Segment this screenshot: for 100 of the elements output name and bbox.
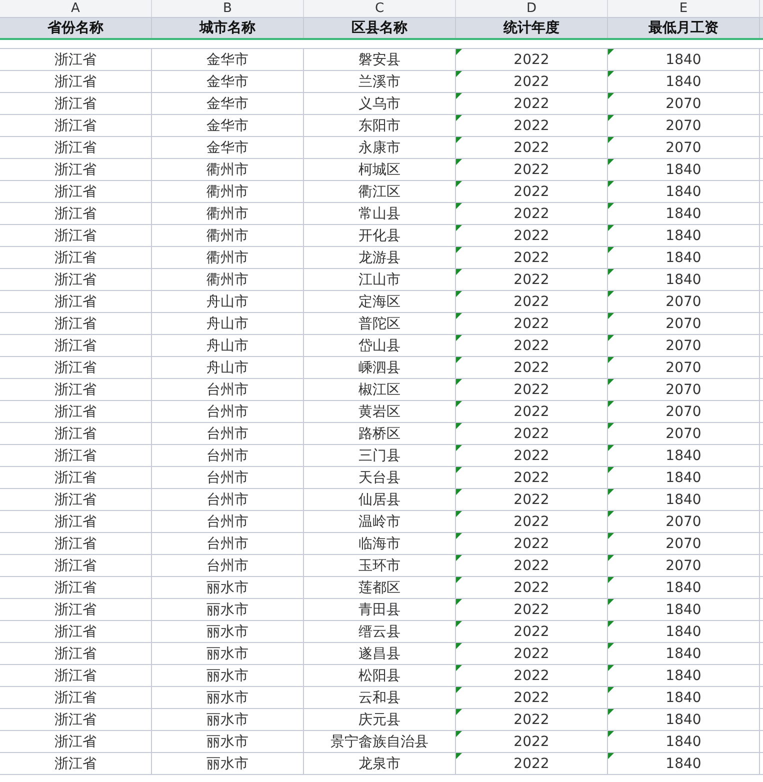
table-cell: 衢州市 xyxy=(152,203,304,224)
table-cell: 2070 xyxy=(608,115,760,136)
table-cell: 浙江省 xyxy=(0,555,152,576)
table-cell: 浙江省 xyxy=(0,445,152,466)
table-cell: 浙江省 xyxy=(0,225,152,246)
table-cell: 2070 xyxy=(608,379,760,400)
table-cell: 丽水市 xyxy=(152,577,304,598)
table-cell: 2022 xyxy=(456,225,608,246)
table-cell: 2070 xyxy=(608,555,760,576)
column-letter[interactable]: B xyxy=(152,0,304,17)
table-cell: 2022 xyxy=(456,423,608,444)
table-cell: 浙江省 xyxy=(0,687,152,708)
table-cell: 浙江省 xyxy=(0,533,152,554)
table-cell: 浙江省 xyxy=(0,489,152,510)
table-cell: 2022 xyxy=(456,599,608,620)
table-cell: 青田县 xyxy=(304,599,456,620)
table-cell: 浙江省 xyxy=(0,665,152,686)
table-cell: 2070 xyxy=(608,357,760,378)
table-cell: 椒江区 xyxy=(304,379,456,400)
table-cell: 普陀区 xyxy=(304,313,456,334)
table-cell: 舟山市 xyxy=(152,291,304,312)
table-cell: 常山县 xyxy=(304,203,456,224)
table-cell: 1840 xyxy=(608,577,760,598)
table-cell: 衢江区 xyxy=(304,181,456,202)
table-cell: 龙游县 xyxy=(304,247,456,268)
table-cell: 丽水市 xyxy=(152,599,304,620)
table-cell: 黄岩区 xyxy=(304,401,456,422)
table-cell: 丽水市 xyxy=(152,621,304,642)
table-cell: 浙江省 xyxy=(0,357,152,378)
table-cell: 2022 xyxy=(456,753,608,774)
table-cell: 2022 xyxy=(456,357,608,378)
table-cell: 2070 xyxy=(608,93,760,114)
table-cell: 2022 xyxy=(456,665,608,686)
table-cell: 岱山县 xyxy=(304,335,456,356)
table-cell: 2070 xyxy=(608,423,760,444)
table-cell: 衢州市 xyxy=(152,269,304,290)
table-cell: 台州市 xyxy=(152,555,304,576)
table-cell: 定海区 xyxy=(304,291,456,312)
table-cell: 台州市 xyxy=(152,533,304,554)
table-cell: 2022 xyxy=(456,687,608,708)
table-cell: 金华市 xyxy=(152,137,304,158)
table-cell: 路桥区 xyxy=(304,423,456,444)
table-cell: 临海市 xyxy=(304,533,456,554)
column-letter[interactable]: C xyxy=(304,0,456,17)
table-cell: 天台县 xyxy=(304,467,456,488)
table-cell: 2022 xyxy=(456,643,608,664)
table-cell: 兰溪市 xyxy=(304,71,456,92)
table-cell: 2022 xyxy=(456,181,608,202)
table-cell: 浙江省 xyxy=(0,467,152,488)
table-cell: 2022 xyxy=(456,731,608,752)
table-cell: 2022 xyxy=(456,401,608,422)
table-cell: 浙江省 xyxy=(0,335,152,356)
table-cell: 浙江省 xyxy=(0,577,152,598)
table-cell: 浙江省 xyxy=(0,313,152,334)
table-cell: 衢州市 xyxy=(152,181,304,202)
table-cell: 1840 xyxy=(608,599,760,620)
table-cell: 2022 xyxy=(456,577,608,598)
table-cell: 2022 xyxy=(456,49,608,70)
column-letter[interactable]: A xyxy=(0,0,152,17)
column-letter[interactable]: E xyxy=(608,0,760,17)
table-cell: 2070 xyxy=(608,313,760,334)
table-cell: 浙江省 xyxy=(0,753,152,774)
table-cell: 1840 xyxy=(608,643,760,664)
table-cell: 舟山市 xyxy=(152,335,304,356)
table-cell: 丽水市 xyxy=(152,643,304,664)
table-cell: 1840 xyxy=(608,621,760,642)
table-cell: 浙江省 xyxy=(0,137,152,158)
table-cell: 1840 xyxy=(608,159,760,180)
table-cell: 1840 xyxy=(608,665,760,686)
table-cell: 金华市 xyxy=(152,71,304,92)
table-cell: 2022 xyxy=(456,313,608,334)
table-cell: 2022 xyxy=(456,291,608,312)
table-cell: 松阳县 xyxy=(304,665,456,686)
table-cell: 金华市 xyxy=(152,49,304,70)
table-cell: 1840 xyxy=(608,181,760,202)
table-cell: 2022 xyxy=(456,203,608,224)
table-cell: 浙江省 xyxy=(0,643,152,664)
table-cell: 2022 xyxy=(456,93,608,114)
table-cell: 2022 xyxy=(456,621,608,642)
column-letter[interactable]: D xyxy=(456,0,608,17)
table-cell: 舟山市 xyxy=(152,357,304,378)
table-cell: 嵊泗县 xyxy=(304,357,456,378)
table-cell: 1840 xyxy=(608,445,760,466)
table-cell: 2022 xyxy=(456,533,608,554)
table-cell: 永康市 xyxy=(304,137,456,158)
table-cell: 2022 xyxy=(456,379,608,400)
table-cell: 丽水市 xyxy=(152,687,304,708)
table-cell: 台州市 xyxy=(152,379,304,400)
table-cell: 浙江省 xyxy=(0,511,152,532)
table-cell: 1840 xyxy=(608,71,760,92)
table-cell: 义乌市 xyxy=(304,93,456,114)
table-cell: 2022 xyxy=(456,511,608,532)
table-cell: 1840 xyxy=(608,467,760,488)
table-cell: 台州市 xyxy=(152,445,304,466)
table-cell: 2022 xyxy=(456,555,608,576)
table-cell: 浙江省 xyxy=(0,181,152,202)
table-cell: 衢州市 xyxy=(152,159,304,180)
table-cell: 江山市 xyxy=(304,269,456,290)
table-cell: 2022 xyxy=(456,489,608,510)
table-cell: 2022 xyxy=(456,71,608,92)
